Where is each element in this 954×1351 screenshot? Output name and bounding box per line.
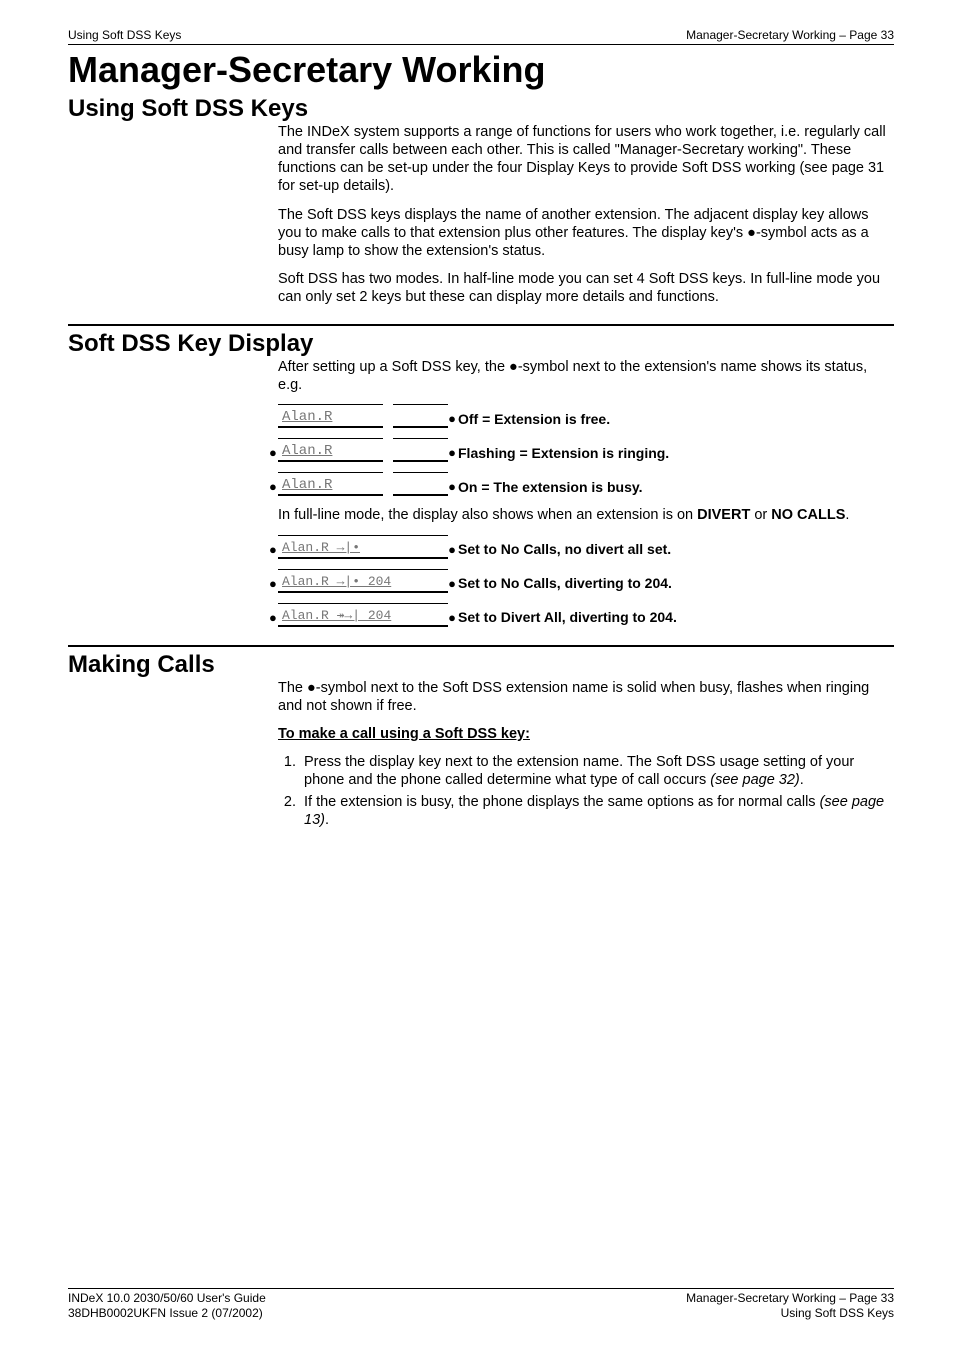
lcd-label: Flashing = Extension is ringing.: [458, 445, 669, 463]
lcd-text: Alan.R →|•: [282, 540, 360, 556]
bullet-icon: ●: [448, 479, 456, 495]
bullet-icon: ●: [747, 225, 756, 241]
running-header: Using Soft DSS Keys Manager-Secretary Wo…: [68, 28, 894, 45]
lcd-row: ● Alan.R ● On = The extension is busy.: [278, 472, 894, 496]
divider: [68, 324, 894, 326]
lcd-box: Alan.R ●: [278, 404, 448, 428]
lcd-label: On = The extension is busy.: [458, 479, 643, 497]
list-item: If the extension is busy, the phone disp…: [300, 793, 894, 829]
list-item: Press the display key next to the extens…: [300, 753, 894, 789]
using-p3: Soft DSS has two modes. In half-line mod…: [278, 270, 894, 306]
bullet-icon: ●: [269, 610, 277, 626]
display-intro: After setting up a Soft DSS key, the ●-s…: [278, 358, 894, 394]
bullet-icon: ●: [269, 479, 277, 495]
lcd-row: Alan.R ● Off = Extension is free.: [278, 404, 894, 428]
footer-right: Manager-Secretary Working – Page 33 Usin…: [686, 1291, 894, 1321]
bullet-icon: ●: [269, 445, 277, 461]
lcd-segment: Alan.R: [278, 404, 383, 428]
bullet-icon: ●: [448, 411, 456, 427]
runhead-left: Using Soft DSS Keys: [68, 28, 181, 42]
page-title: Manager-Secretary Working: [68, 49, 894, 91]
bullet-icon: ●: [269, 542, 277, 558]
lcd-box: ● Alan.R ●: [278, 472, 448, 496]
section-display-heading: Soft DSS Key Display: [68, 330, 894, 358]
lcd-segment: ●: [393, 404, 448, 428]
section-making-heading: Making Calls: [68, 651, 894, 679]
lcd-text: Alan.R →|• 204: [282, 574, 391, 590]
lcd-box: ● Alan.R →|• ●: [278, 535, 448, 559]
section-using-heading: Using Soft DSS Keys: [68, 95, 894, 123]
lcd-text: Alan.R: [282, 477, 332, 495]
lcd-segment: ● Alan.R: [278, 438, 383, 462]
section-display-body: After setting up a Soft DSS key, the ●-s…: [278, 358, 894, 626]
using-p1: The INDeX system supports a range of fun…: [278, 123, 894, 196]
lcd-segment: ● Alan.R: [278, 472, 383, 496]
lcd-row: ● Alan.R ● Flashing = Extension is ringi…: [278, 438, 894, 462]
footer-left: INDeX 10.0 2030/50/60 User's Guide 38DHB…: [68, 1291, 266, 1321]
runhead-right: Manager-Secretary Working – Page 33: [686, 28, 894, 42]
display-mid: In full-line mode, the display also show…: [278, 506, 894, 524]
lcd-box: ● Alan.R ●: [278, 438, 448, 462]
divider: [68, 645, 894, 647]
lcd-segment: ● Alan.R →|• 204 ●: [278, 569, 448, 593]
using-p2: The Soft DSS keys displays the name of a…: [278, 206, 894, 260]
lcd-segment: ●: [393, 472, 448, 496]
lcd-segment: ● Alan.R →|• ●: [278, 535, 448, 559]
lcd-box: ● Alan.R ↠→| 204 ●: [278, 603, 448, 627]
section-using-body: The INDeX system supports a range of fun…: [278, 123, 894, 306]
bullet-icon: ●: [509, 359, 518, 375]
lcd-segment: ●: [393, 438, 448, 462]
lcd-label: Off = Extension is free.: [458, 411, 610, 429]
lcd-text: Alan.R: [282, 443, 332, 461]
lcd-box: ● Alan.R →|• 204 ●: [278, 569, 448, 593]
lcd-label: Set to No Calls, diverting to 204.: [458, 575, 672, 593]
bullet-icon: ●: [448, 610, 456, 626]
lcd-row: ● Alan.R →|• 204 ● Set to No Calls, dive…: [278, 569, 894, 593]
making-p1: The ●-symbol next to the Soft DSS extens…: [278, 679, 894, 715]
procedure-steps: Press the display key next to the extens…: [300, 753, 894, 830]
bullet-icon: ●: [269, 576, 277, 592]
bullet-icon: ●: [448, 445, 456, 461]
lcd-segment: ● Alan.R ↠→| 204 ●: [278, 603, 448, 627]
lcd-text: Alan.R ↠→| 204: [282, 608, 391, 624]
section-making-body: The ●-symbol next to the Soft DSS extens…: [278, 679, 894, 830]
lcd-row: ● Alan.R ↠→| 204 ● Set to Divert All, di…: [278, 603, 894, 627]
lcd-label: Set to No Calls, no divert all set.: [458, 541, 671, 559]
procedure-title: To make a call using a Soft DSS key:: [278, 725, 894, 743]
lcd-text: Alan.R: [282, 409, 332, 427]
bullet-icon: ●: [307, 680, 316, 696]
bullet-icon: ●: [448, 576, 456, 592]
page-footer: INDeX 10.0 2030/50/60 User's Guide 38DHB…: [68, 1288, 894, 1321]
lcd-label: Set to Divert All, diverting to 204.: [458, 609, 677, 627]
lcd-row: ● Alan.R →|• ● Set to No Calls, no diver…: [278, 535, 894, 559]
bullet-icon: ●: [448, 542, 456, 558]
